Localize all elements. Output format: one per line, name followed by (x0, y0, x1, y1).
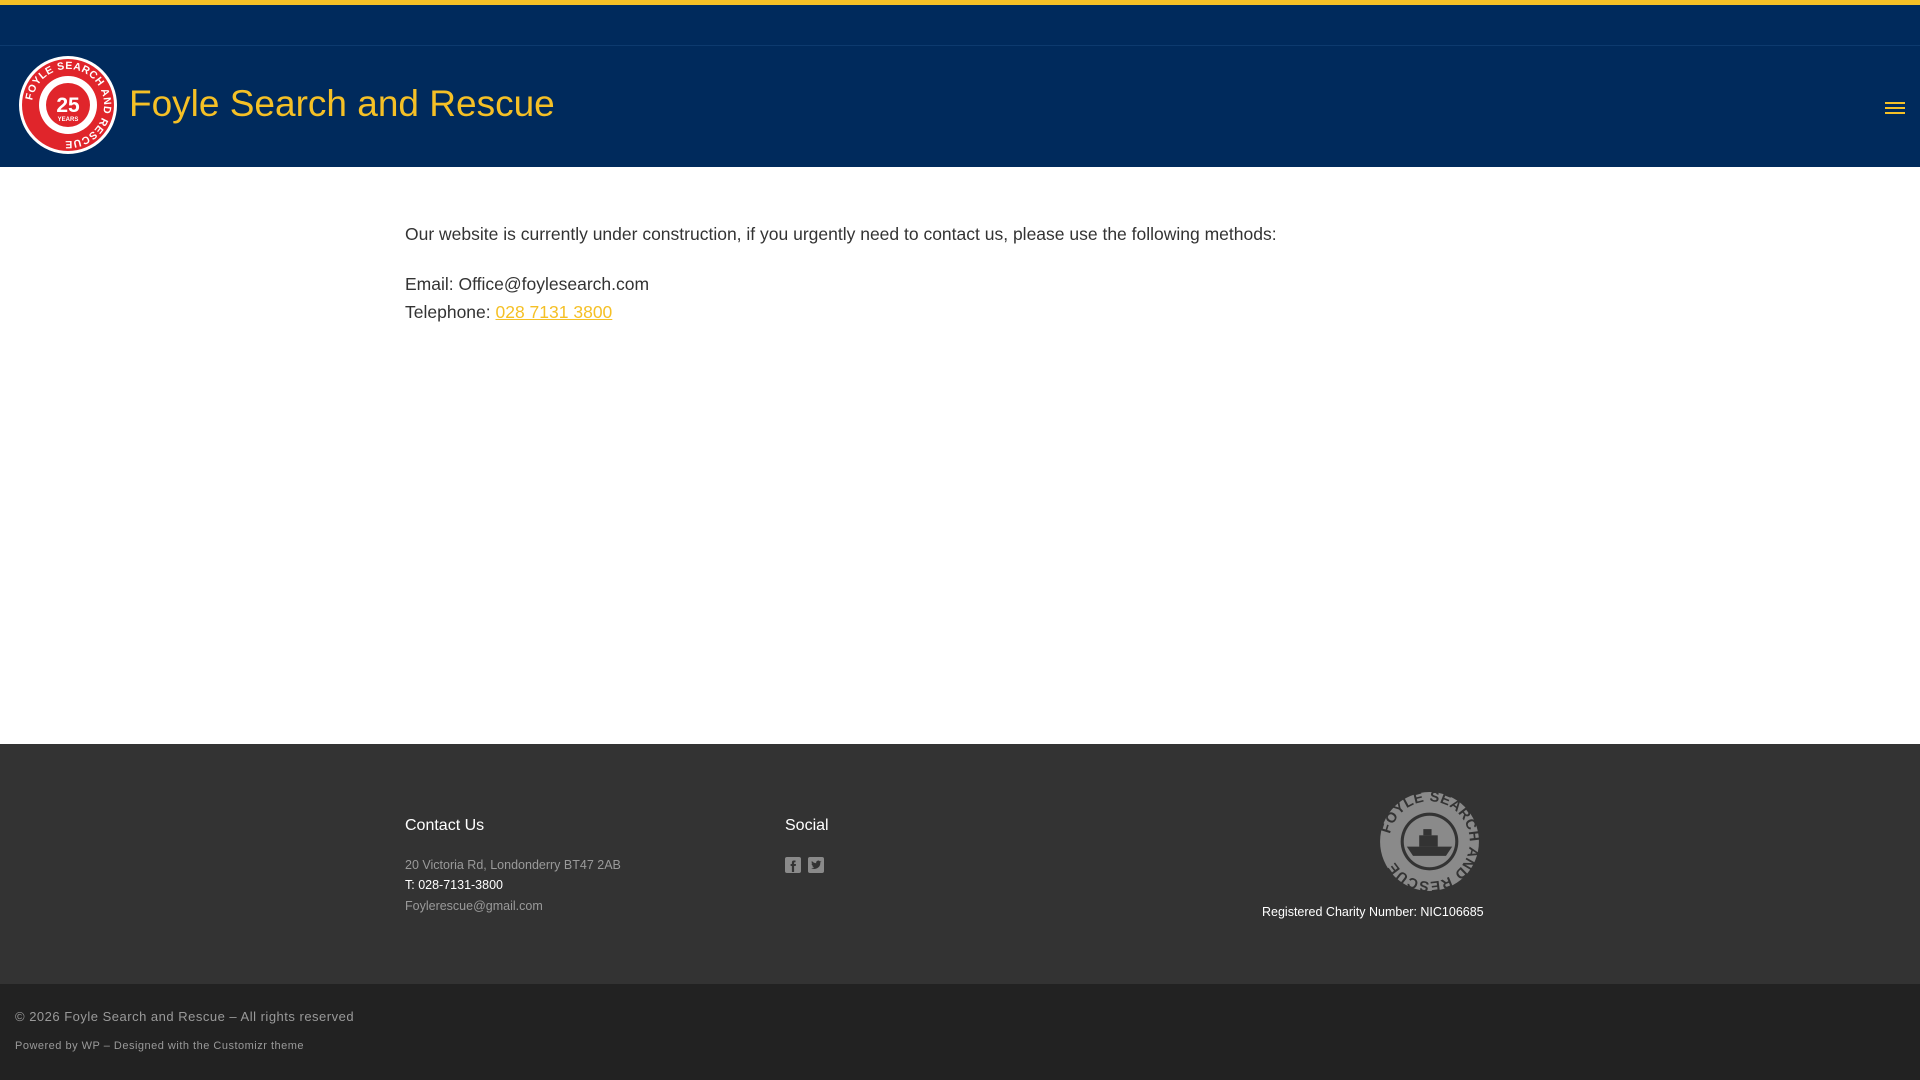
email-line: Email: Office@foylesearch.com (405, 274, 650, 294)
credits-text: Powered by WP – Designed with the Custom… (15, 1040, 305, 1052)
main-content: Our website is currently under construct… (405, 220, 1505, 326)
site-logo[interactable]: FOYLE SEARCH AND RESCUE 25 YEARS (18, 55, 118, 155)
colophon (0, 984, 1920, 1080)
telephone-line: Telephone: 028 7131 3800 (405, 298, 1505, 326)
contact-phone: T: 028-7131-3800 (405, 878, 503, 892)
facebook-icon[interactable] (785, 857, 801, 873)
site-footer (0, 744, 1920, 984)
contact-us-title: Contact Us (405, 817, 485, 834)
site-title[interactable]: Foyle Search and Rescue (129, 83, 555, 125)
logo-number: 25 (56, 94, 80, 117)
telephone-link[interactable]: 028 7131 3800 (496, 302, 613, 322)
copyright-text: © 2026 Foyle Search and Rescue – All rig… (15, 1009, 355, 1024)
contact-email[interactable]: Foylerescue@gmail.com (405, 899, 543, 913)
charity-number: Registered Charity Number: NIC106685 (1262, 905, 1484, 919)
menu-bar (1885, 107, 1905, 109)
header-divider (0, 45, 1920, 46)
social-title: Social (785, 817, 829, 834)
menu-bar (1885, 102, 1905, 104)
site-header: FOYLE SEARCH AND RESCUE 25 YEARS Foyle S… (0, 5, 1920, 167)
menu-bar (1885, 112, 1905, 114)
logo-years: YEARS (58, 117, 79, 123)
telephone-label: Telephone: (405, 302, 496, 322)
twitter-icon[interactable] (808, 857, 824, 873)
construction-notice: Our website is currently under construct… (405, 224, 1277, 244)
contact-address: 20 Victoria Rd, Londonderry BT47 2AB (405, 858, 621, 872)
hamburger-menu-icon[interactable] (1883, 99, 1907, 123)
charity-badge: FOYLE SEARCH AND RESCUE (1378, 790, 1481, 893)
